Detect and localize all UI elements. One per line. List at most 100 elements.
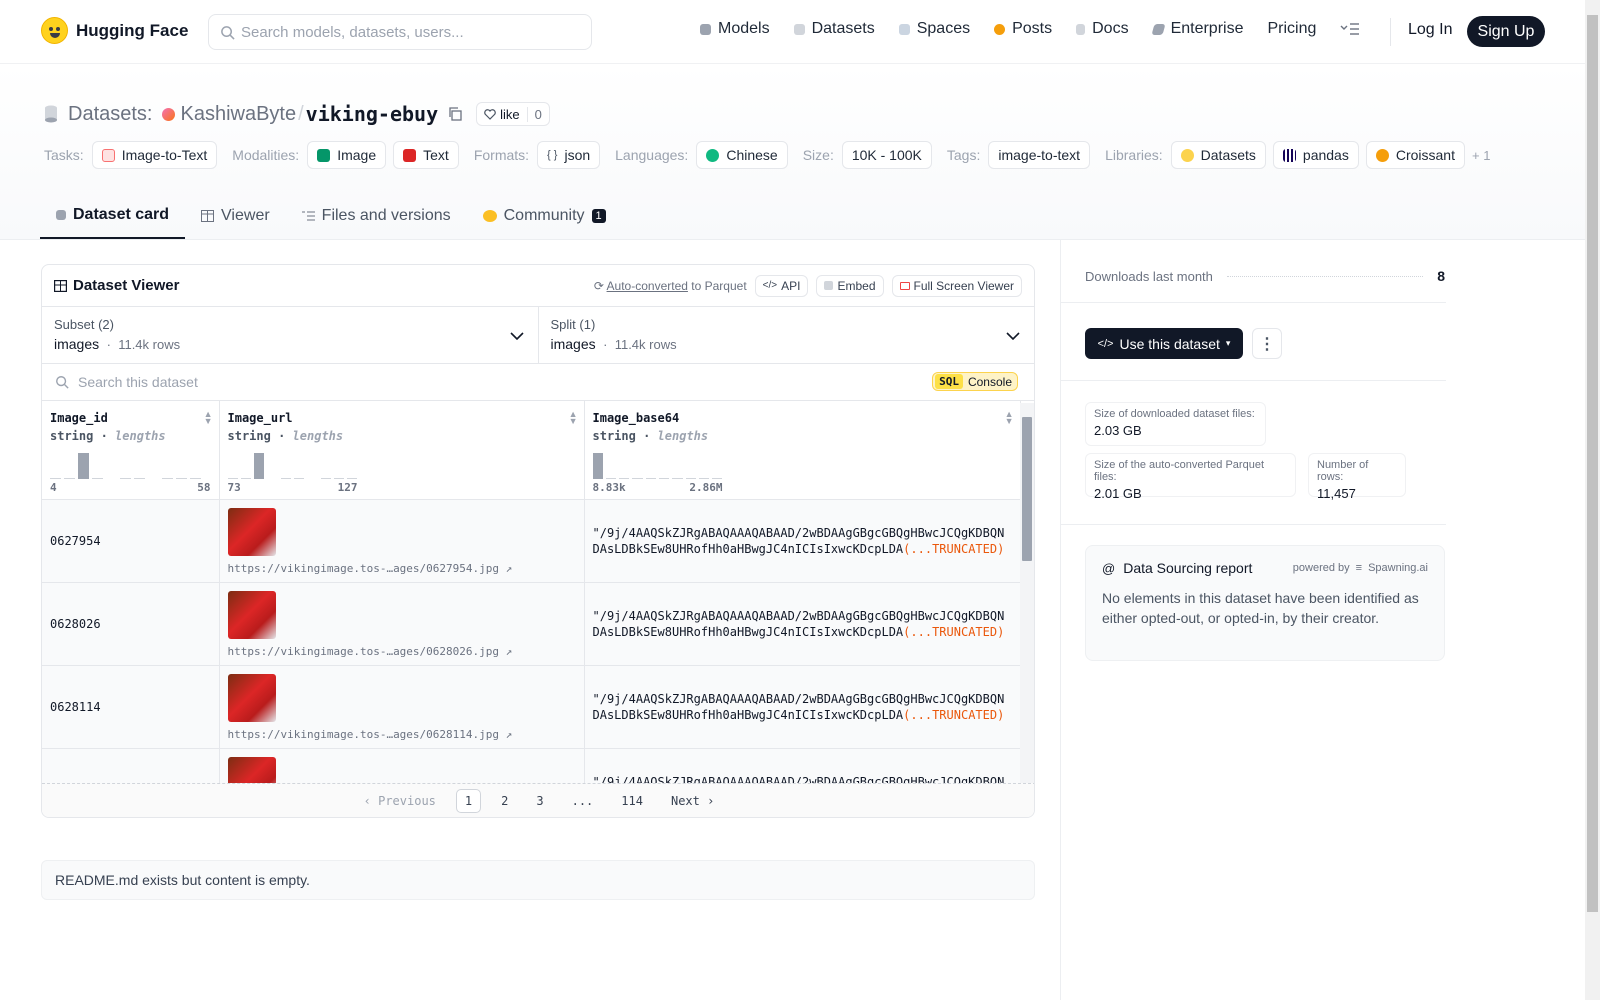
histogram-bar[interactable] [333,477,345,479]
histogram-bar[interactable] [672,477,683,479]
histogram-bar[interactable] [148,478,159,479]
tag-lib-croissant[interactable]: Croissant [1365,141,1465,169]
tab-viewer[interactable]: Viewer [185,193,286,239]
nav-docs[interactable]: Docs [1076,20,1129,38]
repo-kind[interactable]: Datasets: [68,103,152,126]
histogram-bar[interactable] [280,477,291,479]
page-3-button[interactable]: 3 [528,790,551,812]
table-row[interactable]: 0628026 https://vikingimage.tos-…ages/06… [42,582,1021,666]
table-row[interactable]: "/9j/4AAQSkZJRgABAQAAAQABAAD/2wBDAAgGBgc… [42,748,1021,785]
histogram-bar[interactable] [685,477,696,479]
url-link[interactable]: https://vikingimage.tos-…ages/0627954.jp… [228,562,576,575]
histogram-bar[interactable] [64,477,75,479]
column-header[interactable]: Image_base64 string · lengths 8.83k 2.86M… [584,401,1021,500]
spawning-name[interactable]: Spawning.ai [1368,562,1428,574]
api-button[interactable]: </> API [754,274,809,297]
column-header[interactable]: Image_url string · lengths 73 127 ▲ ▼ [219,401,585,500]
split-select[interactable]: Split (1) images · 11.4k rows [539,307,1035,363]
histogram-bar[interactable] [120,477,131,479]
nav-spaces[interactable]: Spaces [898,20,970,38]
histogram-bar[interactable] [92,477,103,479]
thumbnail-image[interactable] [227,756,276,785]
histogram-bar[interactable] [78,453,89,479]
histogram-bar[interactable] [698,477,710,479]
more-tags[interactable]: + 1 [1472,148,1490,163]
login-link[interactable]: Log In [1408,21,1452,39]
histogram-bar[interactable] [293,477,305,479]
page-2-button[interactable]: 2 [493,790,516,812]
histogram-bar[interactable] [134,477,145,479]
tag-modality-image[interactable]: Image [307,141,387,169]
histogram-bar[interactable] [347,477,358,479]
nav-posts[interactable]: Posts [994,20,1052,38]
auto-converted-link[interactable]: ⟳ Auto-converted to Parquet [594,279,747,293]
histogram-bar[interactable] [712,477,723,479]
histogram-bar[interactable] [240,477,252,479]
tab-community[interactable]: Community 1 [467,193,622,239]
tag-task[interactable]: Image-to-Text [91,141,218,169]
nav-more-menu[interactable] [1340,22,1360,36]
histogram-bar[interactable] [176,477,187,479]
nav-models[interactable]: Models [700,20,770,38]
histogram-bar[interactable] [605,477,617,479]
nav-enterprise[interactable]: Enterprise [1151,20,1243,38]
embed-button[interactable]: Embed [816,274,884,297]
histogram-bar[interactable] [645,477,656,479]
sort-icon[interactable]: ▲ ▼ [204,410,213,426]
histogram-bar[interactable] [619,477,630,479]
histogram-bar[interactable] [307,478,317,479]
sort-icon[interactable]: ▲ ▼ [569,410,578,426]
like-button[interactable]: like 0 [476,102,550,126]
page-last-button[interactable]: 114 [613,790,651,812]
repo-name[interactable]: viking-ebuy [306,102,438,126]
histogram-bar[interactable] [190,477,201,479]
nav-pricing[interactable]: Pricing [1267,20,1316,38]
url-link[interactable]: https://vikingimage.tos-…ages/0628114.jp… [228,728,576,741]
tag-lib-pandas[interactable]: pandas [1272,141,1359,169]
histogram-bar[interactable] [254,453,265,479]
more-options-button[interactable]: ⋮ [1252,328,1282,359]
tag-size[interactable]: 10K - 100K [841,141,932,169]
thumbnail-image[interactable] [227,590,276,639]
use-dataset-button[interactable]: </> Use this dataset ▾ [1085,328,1243,359]
column-header[interactable]: Image_id string · lengths 4 58 ▲ ▼ [42,401,220,500]
table-row[interactable]: 0628114 https://vikingimage.tos-…ages/06… [42,665,1021,749]
histogram-bar[interactable] [632,477,643,479]
tag-format[interactable]: { } json [537,141,601,169]
thumbnail-image[interactable] [227,673,276,722]
fullscreen-button[interactable]: Full Screen Viewer [891,274,1022,297]
page-1-button[interactable]: 1 [455,788,482,813]
subset-select[interactable]: Subset (2) images · 11.4k rows [42,307,539,363]
signup-button[interactable]: Sign Up [1467,16,1545,47]
tab-dataset-card[interactable]: Dataset card [40,193,186,239]
tag-modality-text[interactable]: Text [393,141,459,169]
histogram-bar[interactable] [267,478,277,479]
table-scrollbar[interactable] [1020,403,1034,789]
url-link[interactable]: https://vikingimage.tos-…ages/0628026.jp… [228,645,576,658]
tag-lib-datasets[interactable]: Datasets [1170,141,1266,169]
scrollbar-thumb[interactable] [1022,417,1032,561]
previous-page-button[interactable]: ‹ Previous [356,790,444,812]
brand-logo[interactable]: Hugging Face [41,17,188,44]
scrollbar-thumb[interactable] [1587,15,1598,912]
copy-icon[interactable] [448,107,462,121]
tag-keyword[interactable]: image-to-text [988,141,1091,169]
next-page-button[interactable]: Next › [663,790,722,812]
thumbnail-image[interactable] [227,507,276,556]
histogram-bar[interactable] [50,477,61,479]
histogram-bar[interactable] [106,478,117,479]
repo-owner[interactable]: KashiwaByte [180,103,296,126]
table-row[interactable]: 0627954 https://vikingimage.tos-…ages/06… [42,499,1021,583]
dataset-search-input[interactable]: Search this dataset SQL Console [42,364,1034,401]
histogram-bar[interactable] [162,477,173,479]
tag-language[interactable]: Chinese [696,141,788,169]
tab-files[interactable]: Files and versions [286,193,467,239]
sql-console-button[interactable]: SQL Console [932,372,1018,391]
sort-icon[interactable]: ▲ ▼ [1005,410,1014,426]
histogram-bar[interactable] [227,477,238,479]
histogram-bar[interactable] [658,477,670,479]
page-scrollbar[interactable] [1585,0,1600,1000]
nav-datasets[interactable]: Datasets [793,20,875,38]
histogram-bar[interactable] [320,477,331,479]
global-search-input[interactable]: Search models, datasets, users... [208,14,592,50]
